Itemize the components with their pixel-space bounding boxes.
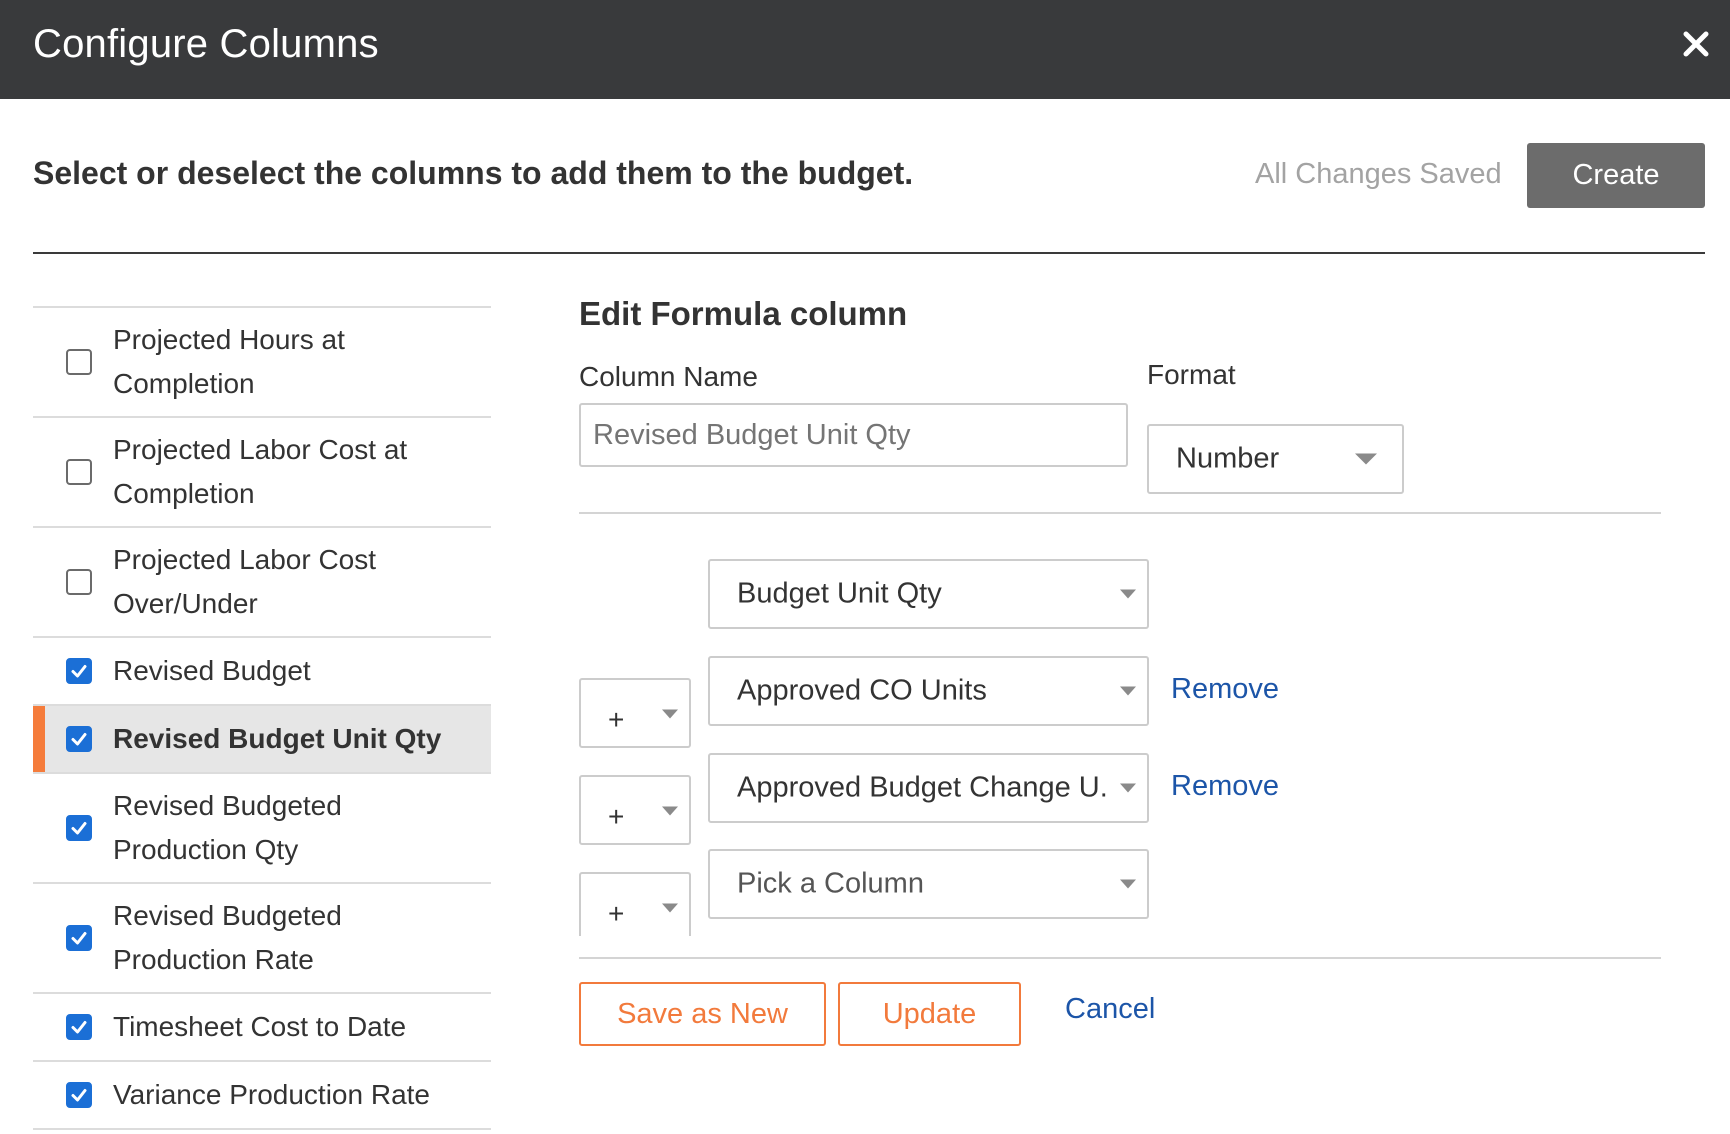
column-label: Revised Budgeted Production Qty xyxy=(113,790,342,865)
edit-formula-title: Edit Formula column xyxy=(579,295,908,332)
instruction-text: Select or deselect the columns to add th… xyxy=(33,155,914,191)
column-label: Projected Hours at Completion xyxy=(113,324,345,399)
checkbox[interactable] xyxy=(66,569,92,595)
column-item[interactable]: Revised Budgeted Production Rate xyxy=(33,884,491,994)
checkbox[interactable] xyxy=(66,726,92,752)
column-item[interactable]: Timesheet Cost to Date xyxy=(33,994,491,1062)
formula-column-select[interactable]: Approved Budget Change U... xyxy=(708,753,1149,823)
checkbox[interactable] xyxy=(66,459,92,485)
top-divider xyxy=(33,252,1705,254)
chevron-down-icon xyxy=(1120,783,1136,793)
checkbox[interactable] xyxy=(66,1014,92,1040)
chevron-down-icon xyxy=(1120,686,1136,696)
formula-column-value: Approved Budget Change U... xyxy=(737,771,1107,804)
column-label: Revised Budgeted Production Rate xyxy=(113,900,342,975)
save-as-new-button[interactable]: Save as New xyxy=(579,982,826,1046)
formula-column-select[interactable]: Approved CO Units xyxy=(708,656,1149,726)
operator-select[interactable]: + xyxy=(579,775,691,845)
operator-value: + xyxy=(608,898,625,929)
update-button[interactable]: Update xyxy=(838,982,1021,1046)
column-name-input[interactable] xyxy=(579,403,1128,467)
create-button[interactable]: Create xyxy=(1527,143,1705,208)
column-item[interactable]: Projected Labor Cost at Completion xyxy=(33,418,491,528)
remove-link[interactable]: Remove xyxy=(1171,770,1279,803)
column-label: Projected Labor Cost Over/Under xyxy=(113,544,377,619)
column-item[interactable]: Revised Budget xyxy=(33,638,491,706)
formula-column-placeholder: Pick a Column xyxy=(737,867,924,900)
column-label: Timesheet Cost to Date xyxy=(113,1011,407,1042)
operator-select[interactable]: + xyxy=(579,872,691,936)
column-list: Projected Hours at Completion Projected … xyxy=(33,306,491,1130)
format-label: Format xyxy=(1147,359,1236,390)
operator-select[interactable]: + xyxy=(579,678,691,748)
chevron-down-icon xyxy=(662,709,678,719)
checkbox[interactable] xyxy=(66,1082,92,1108)
column-label: Revised Budget xyxy=(113,655,311,686)
formula-column-select[interactable]: Pick a Column xyxy=(708,849,1149,919)
operator-value: + xyxy=(608,704,625,735)
cancel-link[interactable]: Cancel xyxy=(1065,993,1155,1026)
chevron-down-icon xyxy=(662,806,678,816)
column-item[interactable]: Projected Hours at Completion xyxy=(33,308,491,418)
operator-value: + xyxy=(608,801,625,832)
panel-divider xyxy=(579,512,1661,514)
column-name-label: Column Name xyxy=(579,361,758,392)
chevron-down-icon xyxy=(662,903,678,913)
chevron-down-icon xyxy=(1120,879,1136,889)
chevron-down-icon xyxy=(1120,589,1136,599)
column-item[interactable]: Projected Labor Cost Over/Under xyxy=(33,528,491,638)
formula-column-value: Approved CO Units xyxy=(737,674,987,707)
formula-column-select[interactable]: Budget Unit Qty xyxy=(708,559,1149,629)
column-item-selected[interactable]: Revised Budget Unit Qty xyxy=(33,706,491,774)
checkbox[interactable] xyxy=(66,925,92,951)
remove-link[interactable]: Remove xyxy=(1171,673,1279,706)
checkbox[interactable] xyxy=(66,658,92,684)
panel-divider xyxy=(579,957,1661,959)
formula-column-value: Budget Unit Qty xyxy=(737,577,942,610)
checkbox[interactable] xyxy=(66,349,92,375)
format-select[interactable]: Number xyxy=(1147,424,1404,494)
checkbox[interactable] xyxy=(66,815,92,841)
format-select-value: Number xyxy=(1176,442,1280,475)
column-label: Revised Budget Unit Qty xyxy=(113,723,442,754)
column-label: Projected Labor Cost at Completion xyxy=(113,434,408,509)
column-item[interactable]: Variance Production Rate xyxy=(33,1062,491,1130)
chevron-down-icon xyxy=(1355,453,1377,465)
modal-header: Configure Columns xyxy=(0,0,1730,99)
column-item[interactable]: Revised Budgeted Production Qty xyxy=(33,774,491,884)
close-icon[interactable] xyxy=(1676,24,1716,64)
column-label: Variance Production Rate xyxy=(113,1079,430,1110)
configure-columns-modal: Configure Columns Select or deselect the… xyxy=(0,0,1730,1134)
modal-title: Configure Columns xyxy=(33,22,379,66)
save-status: All Changes Saved xyxy=(1255,158,1502,190)
